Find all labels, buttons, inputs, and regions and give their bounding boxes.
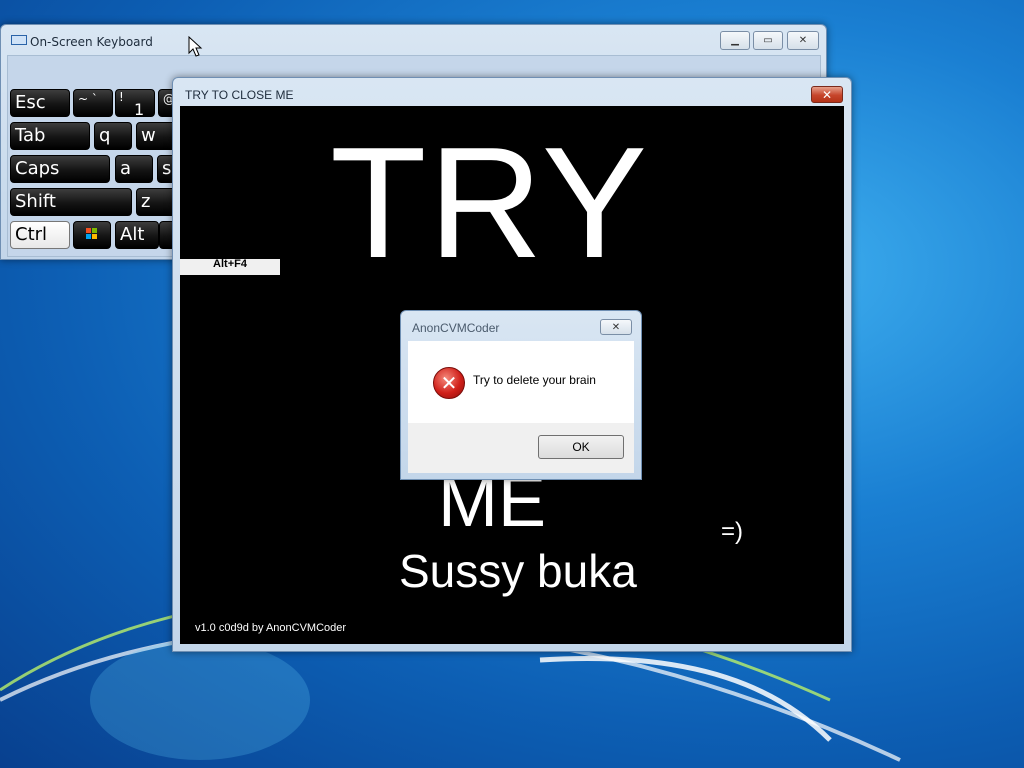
ok-button[interactable]: OK xyxy=(538,435,624,459)
windows-logo-icon xyxy=(86,228,98,240)
dialog-body: ✕ Try to delete your brain xyxy=(408,341,634,423)
minimize-button[interactable]: ▁ xyxy=(720,31,750,50)
osk-title: On-Screen Keyboard xyxy=(30,35,153,49)
key-w[interactable]: w xyxy=(136,122,176,150)
dialog-titlebar[interactable]: AnonCVMCoder ✕ xyxy=(401,311,641,339)
key-1[interactable]: ! 1 xyxy=(115,89,155,119)
key-caps[interactable]: Caps xyxy=(10,155,110,183)
key-z[interactable]: z xyxy=(136,188,176,216)
dialog-title: AnonCVMCoder xyxy=(412,321,500,335)
key-windows[interactable] xyxy=(73,221,111,249)
key-1-label: 1 xyxy=(134,100,145,119)
keyboard-icon xyxy=(11,35,27,45)
key-ctrl[interactable]: Ctrl xyxy=(10,221,70,249)
prank-titlebar[interactable]: TRY TO CLOSE ME ✕ xyxy=(173,78,851,106)
prank-close-button[interactable]: ✕ xyxy=(811,86,843,103)
big-try-text: TRY xyxy=(330,115,650,291)
altf4-label: Alt+F4 xyxy=(180,259,280,275)
key-alt[interactable]: Alt xyxy=(115,221,159,249)
key-tilde[interactable]: ~ ` xyxy=(73,89,113,117)
error-icon: ✕ xyxy=(433,367,465,399)
smile-text: =) xyxy=(721,518,744,545)
key-esc[interactable]: Esc xyxy=(10,89,70,117)
key-a[interactable]: a xyxy=(115,155,153,183)
sussy-text: Sussy buka xyxy=(399,545,637,597)
mouse-cursor-icon xyxy=(188,36,203,57)
key-tab[interactable]: Tab xyxy=(10,122,90,150)
key-q[interactable]: q xyxy=(94,122,132,150)
dialog-close-button[interactable]: ✕ xyxy=(600,319,632,335)
dialog-footer: OK xyxy=(408,423,634,473)
prank-title: TRY TO CLOSE ME xyxy=(185,88,294,102)
key-shift[interactable]: Shift xyxy=(10,188,132,216)
error-dialog: AnonCVMCoder ✕ ✕ Try to delete your brai… xyxy=(400,310,642,480)
maximize-button[interactable]: ▭ xyxy=(753,31,783,50)
osk-titlebar[interactable]: On-Screen Keyboard ▁ ▭ ✕ xyxy=(1,25,826,53)
close-button[interactable]: ✕ xyxy=(787,31,819,50)
dialog-message: Try to delete your brain xyxy=(473,373,596,387)
version-text: v1.0 c0d9d by AnonCVMCoder xyxy=(195,622,347,634)
key-1-shift: ! xyxy=(119,90,124,104)
